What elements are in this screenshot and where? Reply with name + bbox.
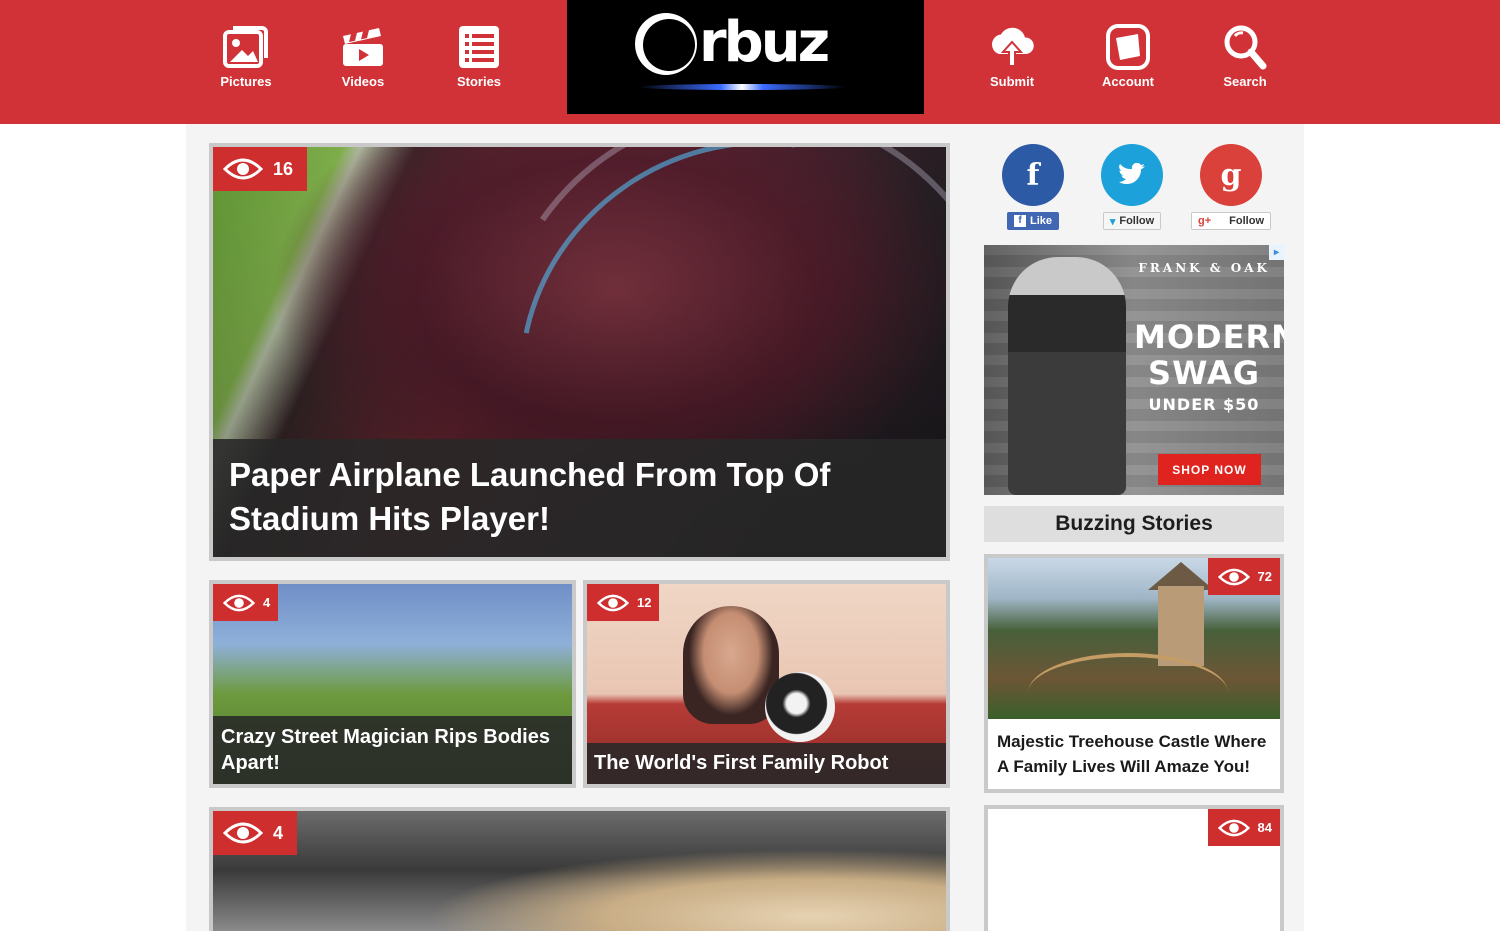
hero-story-image: 16 Paper Airplane Launched From Top Of S… (213, 147, 946, 557)
views-badge: 84 (1207, 809, 1280, 846)
views-count: 4 (263, 595, 271, 610)
story-image: 12 The World's First Family Robot (587, 584, 946, 784)
nav-account-label: Account (1102, 74, 1154, 89)
twitter-icon[interactable] (1101, 144, 1163, 206)
site-header: Pictures Videos Stories rbuz Submit Acco… (0, 0, 1500, 124)
views-badge: 72 (1207, 558, 1280, 595)
ad-brand: FRANK & OAK (1138, 261, 1270, 275)
views-count: 84 (1257, 820, 1272, 835)
story-image: 4 (213, 811, 946, 931)
views-count: 12 (637, 595, 652, 610)
views-badge: 16 (213, 147, 308, 191)
logo-horizon-glow (637, 84, 847, 90)
nav-search-label: Search (1223, 74, 1267, 89)
advertisement-banner[interactable]: ▸ FRANK & OAK MODERN SWAG UNDER $50 SHOP… (984, 245, 1284, 495)
sidebar-story-card[interactable]: 72 Majestic Treehouse Castle Where A Fam… (984, 554, 1284, 793)
castle-tower (1158, 586, 1204, 666)
logo-wordmark: rbuz (699, 10, 830, 75)
ad-subline: UNDER $50 (1148, 395, 1260, 414)
google-plus-icon[interactable]: g (1200, 144, 1262, 206)
ad-shop-now-button[interactable]: SHOP NOW (1158, 454, 1261, 485)
views-count: 16 (273, 158, 294, 179)
eye-icon (1217, 819, 1250, 836)
nav-stories[interactable]: Stories (439, 24, 519, 89)
twitter-follow-button[interactable]: ▾ Follow (1102, 212, 1162, 230)
views-count: 4 (273, 822, 284, 843)
views-badge: 4 (213, 584, 279, 621)
story-title[interactable]: The World's First Family Robot (587, 743, 946, 784)
nav-submit[interactable]: Submit (972, 24, 1052, 89)
views-badge: 12 (587, 584, 660, 621)
search-icon (1224, 25, 1267, 70)
google-small-icon: g+ (1198, 215, 1212, 227)
facebook-icon[interactable]: f (1002, 144, 1064, 206)
eye-icon (1217, 568, 1250, 585)
facebook-like-label: Like (1029, 215, 1052, 227)
story-card[interactable]: 4 (209, 807, 950, 931)
story-card[interactable]: 12 The World's First Family Robot (583, 580, 950, 788)
nav-search[interactable]: Search (1205, 24, 1285, 89)
facebook-widget: f f Like (993, 144, 1073, 230)
sidebar-story-image: 84 (988, 809, 1280, 931)
ad-model-photo (1008, 257, 1126, 495)
robot-figure (765, 672, 835, 742)
story-title[interactable]: Crazy Street Magician Rips Bodies Apart! (213, 716, 572, 784)
sidebar-story-image: 72 (988, 558, 1280, 719)
google-follow-button[interactable]: g+ Follow (1191, 212, 1271, 230)
google-plus-widget: g g+ Follow (1191, 144, 1271, 230)
nav-stories-label: Stories (456, 74, 502, 89)
hero-story-card[interactable]: 16 Paper Airplane Launched From Top Of S… (209, 143, 950, 561)
twitter-small-icon: ▾ (1109, 215, 1116, 228)
nav-submit-label: Submit (989, 74, 1035, 89)
twitter-bird-icon (1119, 163, 1145, 185)
ad-headline: MODERN SWAG (1134, 318, 1284, 392)
hero-story-title[interactable]: Paper Airplane Launched From Top Of Stad… (213, 439, 946, 557)
ad-choices-icon[interactable]: ▸ (1269, 245, 1284, 260)
views-badge: 4 (213, 811, 298, 855)
twitter-widget: ▾ Follow (1092, 144, 1172, 230)
google-follow-label: Follow (1229, 215, 1264, 227)
story-image: 4 Crazy Street Magician Rips Bodies Apar… (213, 584, 572, 784)
buzzing-stories-heading: Buzzing Stories (984, 506, 1284, 542)
story-card[interactable]: 4 Crazy Street Magician Rips Bodies Apar… (209, 580, 576, 788)
eye-icon (223, 594, 255, 611)
nav-account[interactable]: Account (1088, 24, 1168, 89)
nav-videos-label: Videos (341, 74, 385, 89)
twitter-follow-label: Follow (1119, 215, 1155, 227)
sidebar-story: 72 Majestic Treehouse Castle Where A Fam… (988, 558, 1280, 789)
facebook-small-icon: f (1013, 215, 1026, 227)
tablet-icon (1106, 24, 1150, 70)
clapperboard-icon (343, 28, 383, 66)
nav-pictures-label: Pictures (220, 74, 272, 89)
sidebar-story-card[interactable]: 84 (984, 805, 1284, 931)
moon-logo-icon (635, 13, 697, 75)
site-logo[interactable]: rbuz (567, 0, 924, 114)
facebook-like-button[interactable]: f Like (1006, 212, 1059, 230)
sidebar-story-title[interactable]: Majestic Treehouse Castle Where A Family… (988, 719, 1280, 789)
nav-videos[interactable]: Videos (323, 24, 403, 89)
eye-icon (597, 594, 629, 611)
list-icon (459, 26, 499, 68)
eye-icon (223, 158, 263, 180)
pictures-icon (223, 26, 268, 68)
nav-pictures[interactable]: Pictures (206, 24, 286, 89)
views-count: 72 (1257, 569, 1272, 584)
cloud-upload-icon (991, 27, 1034, 67)
eye-icon (223, 822, 263, 844)
